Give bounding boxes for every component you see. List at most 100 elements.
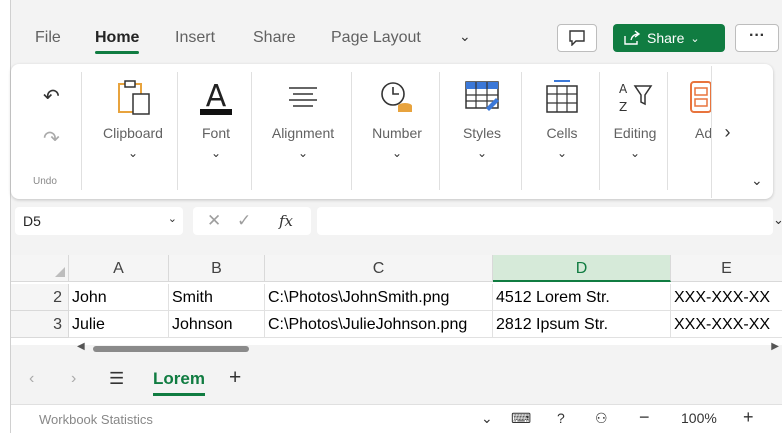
undo-icon[interactable]: ↶ (43, 84, 60, 109)
number-format-icon (381, 82, 412, 112)
alignment-chevron-icon: ⌄ (297, 146, 309, 160)
add-sheet-icon[interactable]: + (229, 366, 241, 390)
cell-d3[interactable]: 2812 Ipsum Str. (493, 311, 671, 338)
add-ins-group[interactable]: Add (673, 64, 711, 199)
redo-icon[interactable]: ↷ (43, 126, 60, 151)
name-box[interactable]: D5 ⌄ (15, 207, 183, 235)
excel-window: File Home Insert Share Page Layout ⌄ Sha… (10, 0, 782, 433)
cells-group[interactable]: Cells ⌄ (527, 64, 597, 199)
editing-label: Editing (613, 125, 657, 141)
svg-text:A: A (206, 79, 227, 114)
column-header-b[interactable]: B (169, 255, 265, 282)
cell-e3[interactable]: XXX-XXX-XX (671, 311, 782, 338)
horizontal-scroll-thumb[interactable] (93, 346, 249, 352)
cell-d2[interactable]: 4512 Lorem Str. (493, 284, 671, 311)
font-group[interactable]: A Font ⌄ (183, 64, 249, 199)
add-ins-icon (690, 81, 711, 113)
column-header-c[interactable]: C (265, 255, 493, 282)
column-header-a[interactable]: A (69, 255, 169, 282)
styles-label: Styles (462, 125, 502, 141)
column-header-d[interactable]: D (493, 255, 671, 282)
tab-share[interactable]: Share (253, 29, 296, 47)
ribbon: ↶ ↷ Undo Clipboard ⌄ A Font ⌄ Alignment … (11, 64, 773, 199)
previous-sheet-icon[interactable]: ‹ (29, 370, 34, 388)
cell-c2[interactable]: C:\Photos\JohnSmith.png (265, 284, 493, 311)
name-box-chevron-icon[interactable]: ⌄ (168, 212, 177, 225)
comments-button[interactable] (557, 24, 597, 52)
ribbon-divider (351, 72, 352, 190)
font-label: Font (201, 125, 230, 141)
editing-group[interactable]: AZ Editing ⌄ (605, 64, 665, 199)
cells-chevron-icon: ⌄ (556, 146, 568, 160)
feedback-icon[interactable]: ⚇ (595, 410, 608, 427)
ribbon-collapse-chevron-icon[interactable]: ⌄ (751, 172, 763, 189)
font-chevron-icon: ⌄ (210, 146, 222, 160)
clipboard-chevron-icon: ⌄ (127, 146, 139, 160)
tab-home[interactable]: Home (95, 29, 140, 54)
column-header-e[interactable]: E (671, 255, 782, 282)
svg-text:Z: Z (619, 100, 627, 114)
next-sheet-icon[interactable]: › (71, 370, 76, 388)
alignment-group[interactable]: Alignment ⌄ (257, 64, 349, 199)
tab-insert[interactable]: Insert (175, 29, 215, 47)
number-chevron-icon: ⌄ (391, 146, 403, 160)
share-icon (624, 30, 641, 45)
comment-icon (569, 30, 585, 46)
cell-e2[interactable]: XXX-XXX-XX (671, 284, 782, 311)
styles-group[interactable]: Styles ⌄ (445, 64, 519, 199)
scroll-left-icon[interactable]: ◀ (77, 341, 85, 352)
more-tabs-chevron-icon[interactable]: ⌄ (459, 28, 471, 45)
sort-filter-icon: AZ (619, 82, 653, 114)
cell-b3[interactable]: Johnson (169, 311, 265, 338)
share-label: Share (647, 30, 685, 46)
scroll-right-icon[interactable]: ▶ (771, 341, 779, 352)
row-header-3[interactable]: 3 (11, 311, 69, 338)
editing-chevron-icon: ⌄ (629, 146, 641, 160)
all-sheets-menu-icon[interactable]: ☰ (109, 369, 124, 389)
add-ins-label: Add (695, 125, 711, 141)
workbook-statistics[interactable]: Workbook Statistics (39, 412, 153, 427)
keyboard-icon[interactable]: ⌨ (511, 410, 531, 427)
share-button[interactable]: Share ⌄ (613, 24, 725, 52)
svg-text:A: A (619, 82, 628, 96)
more-options-button[interactable]: ··· (735, 24, 779, 52)
formula-input[interactable] (317, 207, 773, 235)
help-icon[interactable]: ? (557, 410, 565, 426)
ribbon-divider (667, 72, 668, 190)
cell-b2[interactable]: Smith (169, 284, 265, 311)
zoom-out-icon[interactable]: − (639, 407, 650, 428)
ribbon-scroll-right-icon[interactable]: › (711, 66, 743, 198)
insert-function-icon[interactable]: fx (279, 212, 293, 230)
expand-formula-bar-chevron-icon[interactable]: ⌄ (773, 212, 782, 228)
horizontal-scrollbar[interactable]: ◀ ▶ (69, 341, 782, 355)
alignment-label: Alignment (271, 125, 335, 141)
ribbon-divider (439, 72, 440, 190)
clipboard-group[interactable]: Clipboard ⌄ (91, 64, 175, 199)
formula-actions: ✕ ✓ fx (193, 207, 311, 235)
cell-c3[interactable]: C:\Photos\JulieJohnson.png (265, 311, 493, 338)
undo-label: Undo (33, 176, 57, 187)
cell-a3[interactable]: Julie (69, 311, 169, 338)
zoom-in-icon[interactable]: + (743, 407, 754, 428)
ribbon-divider (81, 72, 82, 190)
row-header-2[interactable]: 2 (11, 284, 69, 311)
cells-label: Cells (546, 125, 578, 141)
styles-icon (465, 81, 499, 111)
cell-a2[interactable]: John (69, 284, 169, 311)
cells-icon (546, 80, 578, 113)
font-color-icon: A (200, 79, 232, 115)
number-group[interactable]: Number ⌄ (357, 64, 437, 199)
number-label: Number (372, 125, 422, 141)
status-chevron-icon[interactable]: ⌄ (481, 410, 493, 427)
select-all-corner[interactable] (11, 255, 69, 282)
ribbon-divider (521, 72, 522, 190)
zoom-level[interactable]: 100% (681, 410, 717, 426)
sheet-tab-lorem[interactable]: Lorem (153, 369, 205, 396)
tab-page-layout[interactable]: Page Layout (331, 29, 421, 47)
cancel-icon[interactable]: ✕ (207, 211, 221, 231)
spreadsheet-grid: A B C D E 2 John Smith C:\Photos\JohnSmi… (11, 255, 782, 352)
confirm-icon[interactable]: ✓ (237, 211, 251, 231)
tab-file[interactable]: File (35, 29, 61, 47)
menu-tabs: File Home Insert Share Page Layout ⌄ Sha… (11, 18, 782, 58)
share-chevron-icon: ⌄ (690, 32, 700, 45)
